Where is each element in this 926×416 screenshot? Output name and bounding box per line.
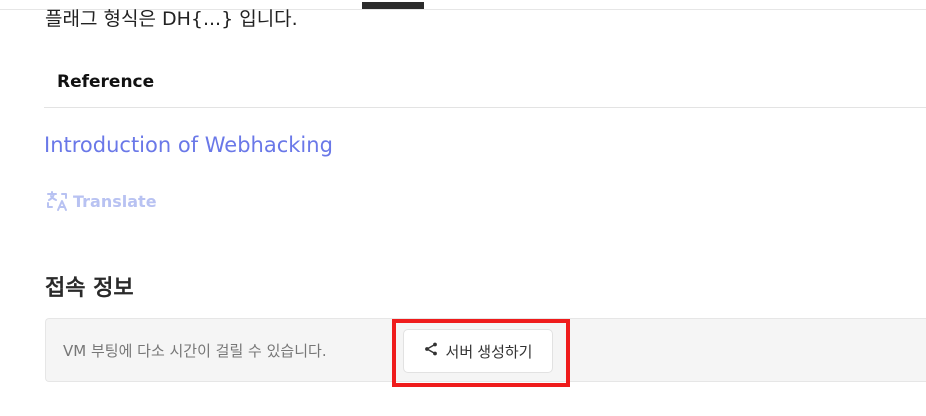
reference-heading: Reference [57, 72, 155, 92]
share-icon [424, 342, 438, 360]
vm-boot-notice: VM 부팅에 다소 시간이 걸릴 수 있습니다. [63, 342, 327, 360]
translate-label: Translate [73, 191, 157, 211]
translate-icon [45, 189, 69, 213]
connection-info-box: VM 부팅에 다소 시간이 걸릴 수 있습니다. 서버 생성하기 [45, 318, 926, 382]
flag-format-text: 플래그 형식은 DH{...} 입니다. [45, 8, 298, 30]
translate-button[interactable]: Translate [45, 189, 157, 213]
connection-info-title: 접속 정보 [45, 276, 134, 301]
create-server-button[interactable]: 서버 생성하기 [403, 329, 553, 373]
create-server-label: 서버 생성하기 [445, 343, 533, 361]
active-tab-indicator [362, 2, 424, 9]
reference-link[interactable]: Introduction of Webhacking [44, 133, 333, 157]
reference-divider [44, 107, 926, 108]
